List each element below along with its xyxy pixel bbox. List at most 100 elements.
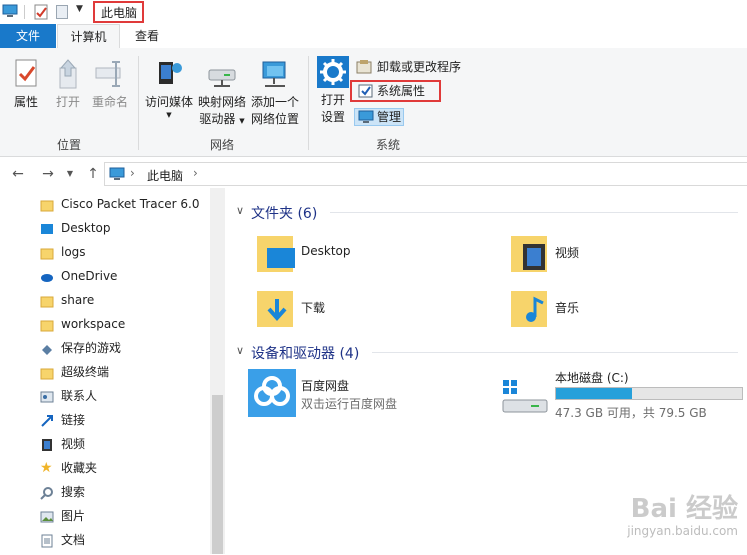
rename-label: 重命名 <box>91 95 128 109</box>
access-media-label: 访问媒体 <box>144 95 193 109</box>
desktop-icon <box>40 221 54 235</box>
tab-file-label: 文件 <box>15 29 40 43</box>
separator <box>24 5 25 19</box>
folder-downloads[interactable]: 下载 <box>255 285 455 333</box>
nav-item-label: logs <box>61 245 86 259</box>
address-bar: ← → ▼ ↑ › 此电脑 › <box>0 160 747 188</box>
network-group-label: 网络 <box>210 138 235 152</box>
folder-icon <box>40 197 54 212</box>
folder-label: 下载 <box>301 301 326 315</box>
pictures-icon <box>40 509 54 523</box>
watermark-logo-text: Bai 经验 <box>630 494 738 524</box>
title-bar: ▼ 此电脑 <box>0 0 747 24</box>
nav-item-label: 收藏夹 <box>61 461 98 475</box>
collapse-devices-icon[interactable]: ∨ <box>236 344 244 357</box>
tab-computer-label: 计算机 <box>70 30 107 44</box>
rename-icon <box>95 61 121 87</box>
open-settings-label-1: 打开 <box>320 93 345 107</box>
nav-item-label: Cisco Packet Tracer 6.0 <box>61 197 200 211</box>
nav-item-label: 联系人 <box>61 389 98 403</box>
properties-quick-icon[interactable] <box>34 4 48 20</box>
nav-item-label: OneDrive <box>61 269 118 283</box>
watermark-url: jingyan.baidu.com <box>627 524 738 538</box>
chevron-down-icon: ▼ <box>239 117 245 125</box>
device-baidu-netdisk[interactable]: 百度网盘 双击运行百度网盘 <box>247 369 467 419</box>
system-properties-icon <box>358 84 373 98</box>
folder-icon <box>40 245 54 260</box>
ribbon-tabs: 文件 计算机 查看 <box>0 24 747 49</box>
manage-label: 管理 <box>377 110 402 124</box>
properties-button[interactable]: 属性 <box>4 58 48 111</box>
music-folder-icon <box>511 291 547 327</box>
nav-item-label: 链接 <box>61 413 86 427</box>
contacts-icon <box>40 389 54 403</box>
network-location-icon <box>262 61 286 87</box>
devices-section-header[interactable]: 设备和驱动器 (4) <box>251 343 359 363</box>
videos-folder-icon <box>511 236 547 272</box>
folders-section-header[interactable]: 文件夹 (6) <box>251 203 317 223</box>
folder-icon <box>40 365 54 380</box>
quick-access-dropdown-icon[interactable]: ▼ <box>76 4 83 14</box>
baidu-netdisk-name: 百度网盘 <box>301 379 350 393</box>
nav-item-label: workspace <box>61 317 126 331</box>
downloads-folder-icon <box>257 291 293 327</box>
tab-file[interactable]: 文件 <box>0 24 56 48</box>
rename-button[interactable]: 重命名 <box>88 58 132 111</box>
network-drive-icon <box>208 69 236 87</box>
nav-scrollbar-thumb[interactable] <box>212 395 223 554</box>
manage-icon <box>358 110 374 124</box>
recent-dropdown-icon[interactable]: ▼ <box>61 164 79 184</box>
collapse-folders-icon[interactable]: ∨ <box>236 204 244 217</box>
forward-arrow-icon[interactable]: → <box>39 164 57 184</box>
star-icon: ★ <box>40 460 53 476</box>
properties-label: 属性 <box>13 95 38 109</box>
tab-view-label: 查看 <box>134 29 159 43</box>
breadcrumb-separator-icon[interactable]: › <box>130 166 135 180</box>
nav-item-label: share <box>61 293 95 307</box>
folder-videos[interactable]: 视频 <box>509 230 709 278</box>
tab-computer[interactable]: 计算机 <box>57 24 120 48</box>
chevron-down-icon: ▼ <box>166 111 172 119</box>
add-network-location-button[interactable]: 添加一个 网络位置 <box>248 58 302 128</box>
open-settings-label-2: 设置 <box>320 110 345 124</box>
ribbon-panel: 属性 打开 重命名 位置 访问媒体 ▼ 映射网络 驱动器 ▼ 添加一个 网络位置… <box>0 48 747 157</box>
games-icon <box>40 341 54 355</box>
address-field[interactable]: › 此电脑 › <box>104 162 747 186</box>
breadcrumb-chevron-icon[interactable]: › <box>193 166 198 180</box>
links-icon <box>40 413 54 427</box>
open-settings-button[interactable]: 打开 设置 <box>314 56 352 126</box>
map-drive-button[interactable]: 映射网络 驱动器 ▼ <box>196 58 248 130</box>
folder-label: 音乐 <box>555 301 580 315</box>
uninstall-label: 卸载或更改程序 <box>377 60 462 74</box>
nav-item-label: 文档 <box>61 533 86 547</box>
folder-icon <box>40 293 54 308</box>
tab-view[interactable]: 查看 <box>124 24 170 48</box>
folder-label: Desktop <box>301 244 351 258</box>
system-properties-label: 系统属性 <box>377 84 426 98</box>
baidu-netdisk-icon <box>248 369 296 417</box>
open-icon <box>59 59 77 89</box>
up-arrow-icon[interactable]: ↑ <box>84 164 102 184</box>
open-button[interactable]: 打开 <box>48 58 88 111</box>
nav-item-label: 视频 <box>61 437 86 451</box>
group-separator <box>138 56 139 150</box>
computer-icon[interactable] <box>2 4 18 18</box>
map-drive-label-1: 映射网络 <box>197 95 246 109</box>
device-local-disk-c[interactable]: 本地磁盘 (C:) 47.3 GB 可用，共 79.5 GB <box>501 366 747 422</box>
nav-item-label: Desktop <box>61 221 111 235</box>
folder-label: 视频 <box>555 246 580 260</box>
access-media-button[interactable]: 访问媒体 ▼ <box>142 58 196 119</box>
desktop-folder-icon <box>257 236 295 272</box>
navigation-pane: Cisco Packet Tracer 6.0 Desktop logs One… <box>0 188 225 554</box>
section-divider <box>372 352 738 353</box>
new-folder-quick-icon[interactable] <box>56 5 68 19</box>
add-location-label-2: 网络位置 <box>250 112 299 126</box>
back-arrow-icon[interactable]: ← <box>9 164 27 184</box>
manage-button[interactable]: 管理 <box>354 108 404 126</box>
folder-music[interactable]: 音乐 <box>509 285 709 333</box>
breadcrumb-this-pc[interactable]: 此电脑 <box>147 167 183 184</box>
location-group-label: 位置 <box>57 138 82 152</box>
folder-desktop[interactable]: Desktop <box>255 230 455 278</box>
media-icon <box>159 62 182 84</box>
hard-drive-icon <box>502 380 548 413</box>
